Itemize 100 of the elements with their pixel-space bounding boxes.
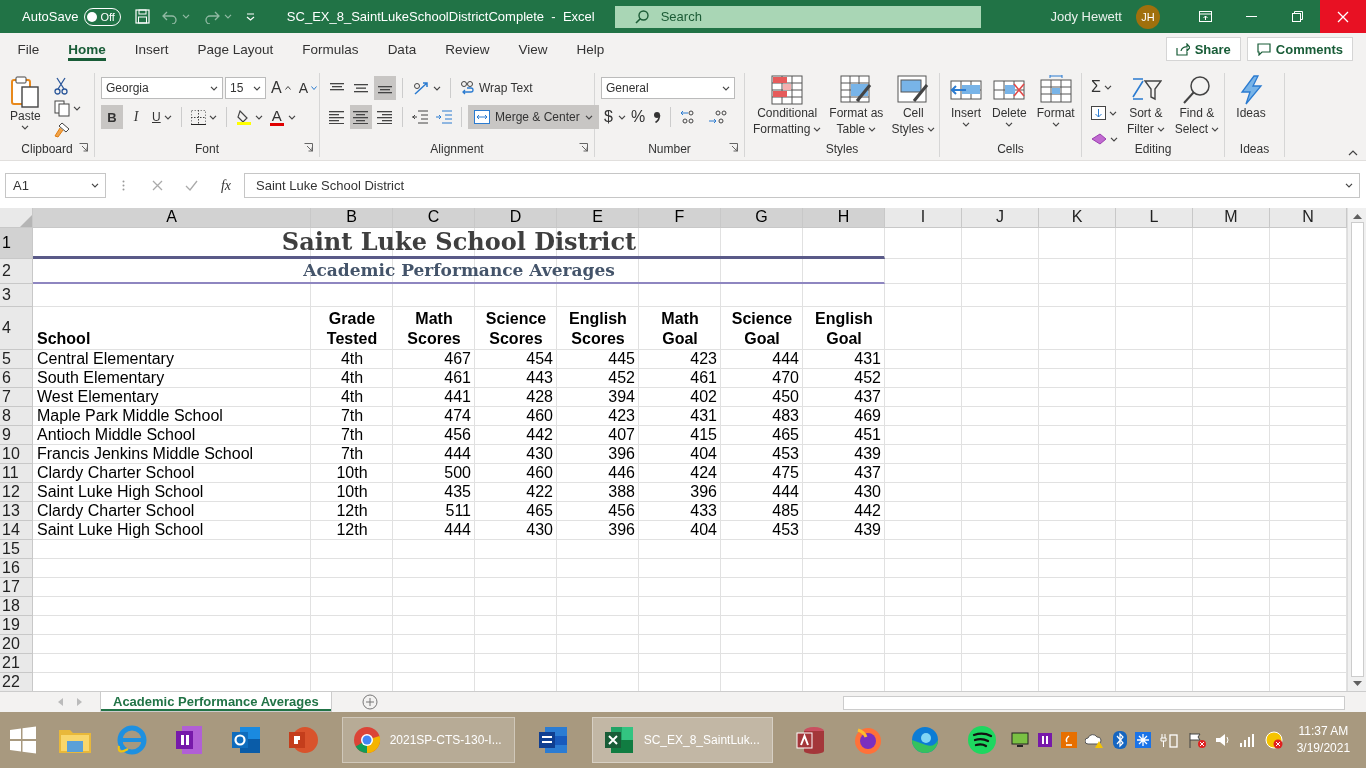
comments-button[interactable]: Comments — [1246, 37, 1353, 61]
wrap-text-button[interactable]: Wrap Text — [457, 76, 536, 100]
scroll-down-icon[interactable] — [1352, 680, 1362, 687]
speaker-icon[interactable] — [1214, 732, 1231, 748]
shrink-font-button[interactable]: A — [295, 76, 320, 100]
group-label: Alignment — [430, 141, 484, 156]
autosum-button[interactable]: Σ — [1088, 75, 1121, 99]
plug-battery-icon[interactable] — [1158, 732, 1179, 748]
grow-font-button[interactable]: A — [268, 76, 294, 100]
cancel-icon[interactable] — [151, 180, 163, 191]
italic-button[interactable]: I — [125, 105, 147, 129]
vertical-align-button[interactable] — [374, 76, 396, 100]
table-cell: 402 — [639, 387, 721, 407]
horizontal-align-button[interactable] — [350, 105, 372, 129]
font-size-dropdown[interactable]: 15 — [225, 77, 266, 99]
styles-button[interactable]: Format as Table — [825, 73, 888, 139]
search-field[interactable]: Search — [614, 5, 981, 28]
column-header[interactable]: H — [803, 207, 885, 228]
cloud-warning-icon[interactable] — [1084, 732, 1105, 748]
share-button[interactable]: Share — [1165, 37, 1241, 61]
row-header[interactable]: 4 — [0, 306, 33, 350]
column-header[interactable]: M — [1193, 207, 1270, 228]
monitor-icon[interactable] — [1010, 732, 1029, 748]
dialog-launcher-icon[interactable] — [304, 143, 313, 152]
ribbon-tab[interactable]: Formulas — [287, 33, 374, 65]
table-cell: 470 — [721, 368, 803, 388]
ideas-button[interactable]: Ideas — [1231, 73, 1271, 123]
redo-icon[interactable] — [203, 9, 220, 24]
scroll-up-icon[interactable] — [1352, 212, 1362, 219]
table-cell: Maple Park Middle School — [33, 406, 311, 426]
column-header[interactable]: G — [721, 207, 803, 228]
ribbon-tab[interactable]: Page Layout — [183, 33, 288, 65]
row-header[interactable]: 2 — [0, 258, 33, 284]
font-color-button[interactable]: A — [267, 105, 286, 129]
row-header[interactable]: 1 — [0, 227, 33, 259]
merge-center-button[interactable]: Merge & Center — [468, 105, 599, 129]
horizontal-scrollbar[interactable] — [843, 696, 1345, 710]
table-cell: 430 — [475, 520, 557, 540]
row-header[interactable]: 3 — [0, 283, 33, 307]
cells-button[interactable]: Delete — [988, 73, 1031, 129]
column-header[interactable]: C — [393, 207, 475, 228]
undo-icon[interactable] — [161, 9, 178, 24]
currency-button[interactable]: $ — [601, 105, 616, 129]
bluetooth-icon[interactable] — [1112, 731, 1127, 749]
ribbon-tab[interactable]: Insert — [120, 33, 184, 65]
dialog-launcher-icon[interactable] — [579, 143, 588, 152]
save-icon[interactable] — [134, 9, 150, 24]
sheet-tab[interactable]: Academic Performance Averages — [100, 692, 332, 712]
column-header[interactable]: A — [33, 207, 311, 228]
column-header[interactable]: D — [475, 207, 557, 228]
column-header[interactable]: J — [962, 207, 1039, 228]
font-name-dropdown[interactable]: Georgia — [101, 77, 223, 99]
column-header[interactable]: L — [1116, 207, 1193, 228]
ribbon-display-icon — [1198, 11, 1212, 22]
underline-button[interactable]: U — [149, 105, 175, 129]
name-box[interactable]: A1 — [5, 173, 106, 198]
dialog-launcher-icon[interactable] — [729, 143, 738, 152]
table-cell: 483 — [721, 406, 803, 426]
cells-button[interactable]: Insert — [946, 73, 986, 129]
insert-function-button[interactable]: fx — [208, 177, 244, 194]
percent-button[interactable]: % — [627, 105, 649, 129]
column-header[interactable]: I — [885, 207, 962, 228]
signal-icon[interactable] — [1238, 733, 1257, 747]
column-header[interactable]: K — [1039, 207, 1116, 228]
check-icon[interactable] — [184, 180, 198, 191]
ribbon-tab[interactable]: Home — [53, 33, 121, 65]
bold-button[interactable]: B — [101, 105, 123, 129]
ribbon-tab[interactable]: Help — [561, 33, 619, 65]
styles-button[interactable]: Cell Styles — [887, 73, 940, 139]
align-middle-icon — [353, 81, 369, 95]
ribbon-tab[interactable]: Data — [373, 33, 431, 65]
java-icon[interactable] — [1060, 732, 1077, 748]
formula-field[interactable]: Saint Luke School District — [244, 173, 1360, 198]
dialog-launcher-icon[interactable] — [79, 143, 88, 152]
ribbon-tab[interactable]: Review — [430, 33, 504, 65]
ribbon-tab[interactable]: View — [503, 33, 562, 65]
table-cell: 12th — [311, 501, 393, 521]
sort-filter-button[interactable]: Sort & Filter — [1123, 73, 1169, 139]
table-cell: 442 — [475, 425, 557, 445]
styles-button[interactable]: Conditional Formatting — [749, 73, 826, 139]
find-select-button[interactable]: Find & Select — [1170, 73, 1224, 139]
align-right-icon — [377, 110, 393, 124]
column-header[interactable]: B — [311, 207, 393, 228]
column-header[interactable]: E — [557, 207, 639, 228]
scrollbar-thumb[interactable] — [1350, 222, 1364, 678]
add-sheet-icon[interactable] — [361, 694, 378, 710]
collapse-ribbon-icon[interactable] — [1348, 150, 1358, 156]
flag-error-icon[interactable] — [1186, 731, 1207, 749]
cells-button[interactable]: Format — [1032, 73, 1079, 129]
column-header[interactable]: N — [1270, 207, 1347, 228]
number-format-dropdown[interactable]: General — [601, 77, 735, 99]
snowflake-icon[interactable] — [1134, 732, 1151, 748]
column-header[interactable]: F — [639, 207, 721, 228]
paste-button[interactable]: Paste — [6, 73, 45, 132]
user-avatar[interactable]: JH — [1136, 4, 1160, 29]
notebook-tray-icon[interactable] — [1036, 732, 1053, 748]
security-alert-icon[interactable] — [1264, 731, 1283, 749]
table-cell: 10th — [311, 482, 393, 502]
customize-icon[interactable] — [245, 12, 255, 21]
ribbon-tab[interactable]: File — [3, 33, 54, 65]
